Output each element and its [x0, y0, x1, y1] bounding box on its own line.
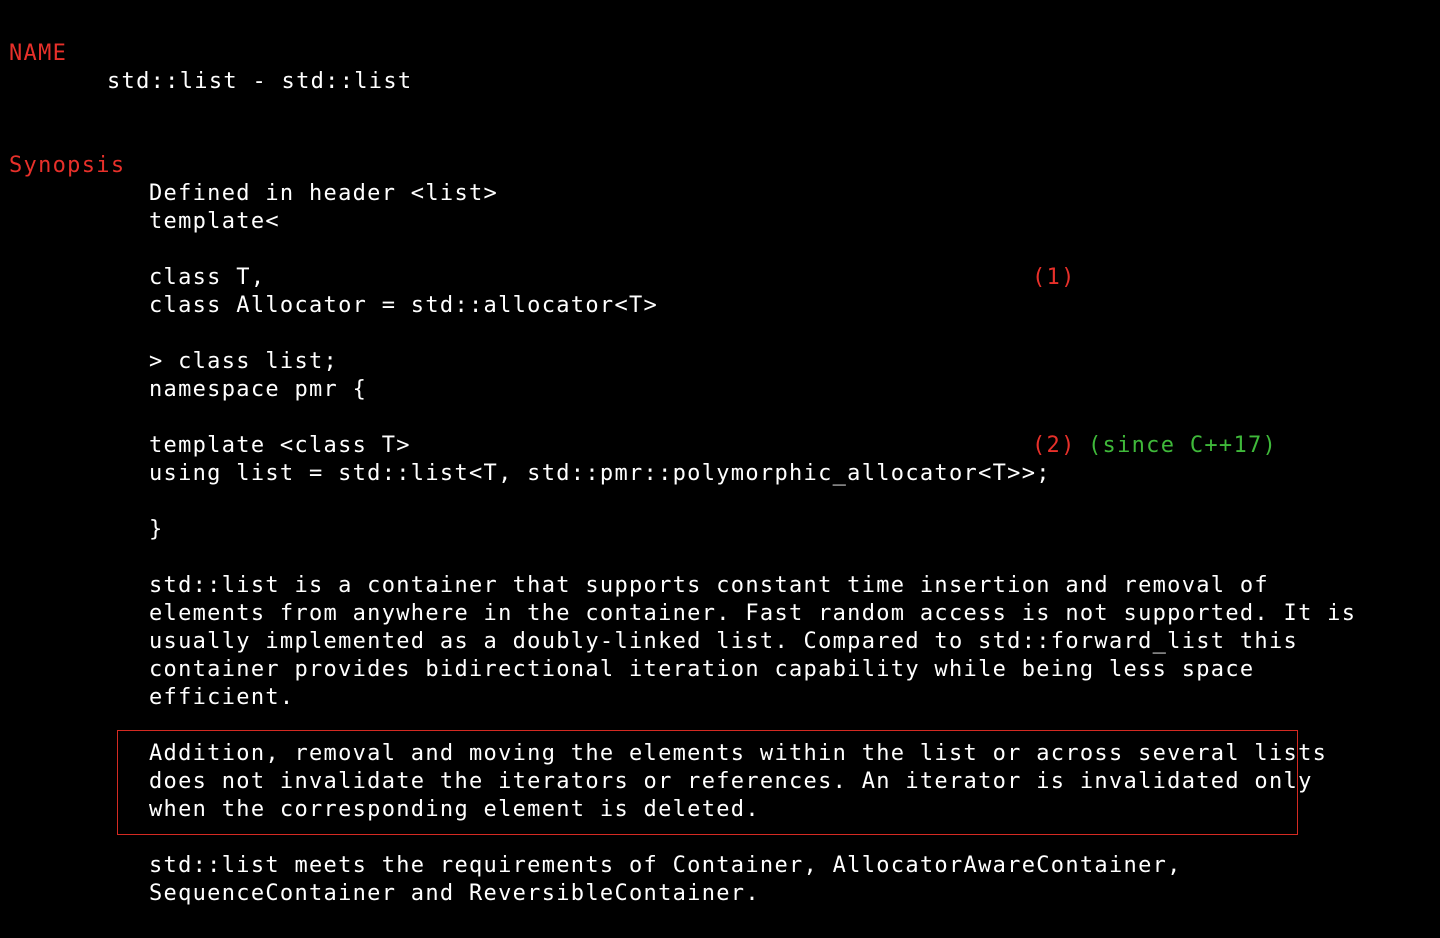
namespace-pmr-line: namespace pmr {	[149, 377, 368, 402]
synopsis-heading: Synopsis	[9, 153, 126, 178]
highlighted-line: does not invalidate the iterators or ref…	[149, 769, 1313, 794]
name-heading: NAME	[9, 41, 68, 66]
description-line: usually implemented as a doubly-linked l…	[149, 629, 1299, 654]
description-line: elements from anywhere in the container.…	[149, 601, 1357, 626]
description-line: container provides bidirectional iterati…	[149, 657, 1255, 682]
requirements-line: SequenceContainer and ReversibleContaine…	[149, 881, 760, 906]
using-list-line: using list = std::list<T, std::pmr::poly…	[149, 461, 1051, 486]
requirements-line: std::list meets the requirements of Cont…	[149, 853, 1182, 878]
template-class-t-line: template <class T>	[149, 433, 411, 458]
overload-marker-1: (1)	[1032, 265, 1076, 290]
description-line: efficient.	[149, 685, 295, 710]
close-brace-line: }	[149, 517, 164, 542]
defined-in-header: Defined in header <list>	[149, 181, 499, 206]
class-list-line: > class list;	[149, 349, 339, 374]
template-open: template<	[149, 209, 280, 234]
overload-marker-2: (2)	[1032, 433, 1076, 458]
class-allocator-line: class Allocator = std::allocator<T>	[149, 293, 659, 318]
description-line: std::list is a container that supports c…	[149, 573, 1269, 598]
name-line: std::list - std::list	[107, 69, 413, 94]
since-cpp17-label: (since C++17)	[1088, 433, 1278, 458]
highlighted-line: when the corresponding element is delete…	[149, 797, 760, 822]
highlighted-line: Addition, removal and moving the element…	[149, 741, 1328, 766]
class-t-line: class T,	[149, 265, 266, 290]
